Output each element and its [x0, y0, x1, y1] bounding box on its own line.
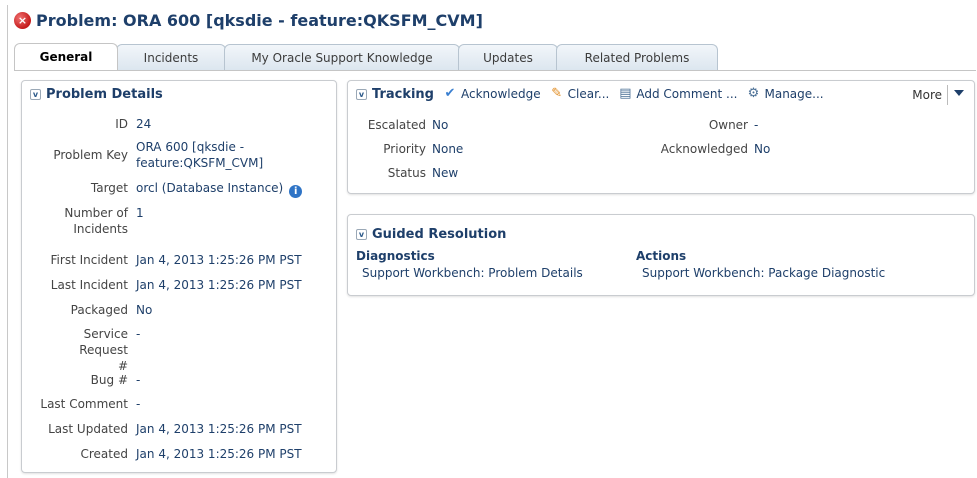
info-icon[interactable]: i [289, 185, 303, 198]
tracking-label: Owner [708, 118, 748, 132]
guided-resolution-panel: v Guided Resolution Diagnostics Support … [347, 214, 975, 296]
detail-value: - [136, 373, 141, 387]
detail-label: Last Comment [40, 397, 128, 411]
tracking-value: No [432, 118, 449, 132]
guided-resolution-title: Guided Resolution [372, 226, 507, 242]
detail-value-wrap: orcl (Database Instance) i [128, 180, 303, 198]
detail-row-service-request: Service Request # - [22, 326, 338, 374]
detail-row-problem-key: Problem Key ORA 600 [qksdie - feature:QK… [22, 139, 338, 171]
tracking-label: Escalated [367, 118, 426, 132]
manage-button[interactable]: ⚙ Manage... [745, 86, 824, 102]
target-link[interactable]: orcl (Database Instance) [136, 181, 283, 195]
tracking-title: Tracking [372, 86, 434, 102]
add-comment-label: Add Comment ... [636, 87, 738, 101]
detail-value: 1 [136, 206, 144, 220]
tracking-field-acknowledged: Acknowledged No [628, 142, 771, 156]
actions-heading: Actions [636, 249, 687, 263]
detail-row-created: Created Jan 4, 2013 1:25:26 PM PST [22, 446, 338, 462]
problem-details-panel: v Problem Details ID 24 Problem Key ORA … [21, 80, 337, 473]
guided-resolution-header[interactable]: v Guided Resolution [348, 215, 974, 245]
problem-details-title: Problem Details [46, 86, 163, 102]
detail-row-bug: Bug # - [22, 372, 338, 388]
tracking-panel: v Tracking ✔ Acknowledge ✎ Clear... ▤ Add C… [347, 80, 975, 194]
problem-details-link[interactable]: Support Workbench: Problem Details [362, 266, 583, 280]
dropdown-arrow-icon[interactable] [954, 90, 964, 96]
tab-divider [14, 70, 976, 71]
detail-label: Last Incident [50, 278, 128, 292]
tab-my-oracle-support-knowledge[interactable]: My Oracle Support Knowledge [224, 44, 460, 70]
more-menu[interactable]: More [912, 88, 942, 102]
detail-label: Target [90, 181, 128, 195]
collapse-icon[interactable]: v [356, 88, 367, 100]
detail-row-packaged: Packaged No [22, 302, 338, 318]
detail-value: - [136, 327, 141, 341]
tracking-value: None [432, 142, 464, 156]
detail-label: Packaged [70, 303, 128, 317]
detail-label: Bug # [90, 373, 128, 387]
tab-updates[interactable]: Updates [458, 44, 558, 70]
detail-value: No [136, 303, 153, 317]
problem-details-header[interactable]: v Problem Details [22, 81, 336, 107]
detail-row-id: ID 24 [22, 116, 338, 132]
tracking-field-priority: Priority None [348, 142, 463, 156]
detail-row-number-of-incidents: Number of Incidents 1 [22, 205, 338, 237]
clear-button[interactable]: ✎ Clear... [549, 86, 610, 102]
tracking-label: Acknowledged [660, 142, 748, 156]
detail-row-last-comment: Last Comment - [22, 396, 338, 412]
detail-row-first-incident: First Incident Jan 4, 2013 1:25:26 PM PS… [22, 252, 338, 268]
detail-label: Problem Key [53, 148, 128, 162]
detail-value: - [136, 397, 141, 411]
add-comment-button[interactable]: ▤ Add Comment ... [617, 86, 738, 102]
tab-bar: General Incidents My Oracle Support Know… [14, 43, 718, 70]
acknowledge-label: Acknowledge [461, 87, 541, 101]
detail-value: Jan 4, 2013 1:25:26 PM PST [136, 253, 302, 267]
detail-label: First Incident [50, 253, 128, 267]
detail-value: ORA 600 [qksdie - feature:QKSFM_CVM] [136, 140, 264, 170]
clear-label: Clear... [567, 87, 610, 101]
tracking-value: No [754, 142, 771, 156]
tracking-toolbar: v Tracking ✔ Acknowledge ✎ Clear... ▤ Add C… [348, 81, 974, 107]
tracking-field-escalated: Escalated No [348, 118, 449, 132]
tracking-field-owner: Owner - [628, 118, 759, 132]
detail-label: ID [115, 117, 128, 131]
diagnostics-heading: Diagnostics [356, 249, 435, 263]
tab-related-problems[interactable]: Related Problems [556, 44, 718, 70]
more-divider [947, 85, 948, 105]
detail-label: Number of Incidents [64, 206, 128, 236]
actions-column: Actions Support Workbench: Package Diagn… [636, 249, 885, 280]
tab-incidents[interactable]: Incidents [116, 44, 226, 70]
page-title-bar: × Problem: ORA 600 [qksdie - feature:QKS… [14, 9, 483, 31]
detail-row-last-incident: Last Incident Jan 4, 2013 1:25:26 PM PST [22, 277, 338, 293]
tab-general[interactable]: General [14, 43, 118, 70]
tracking-field-status: Status New [348, 166, 458, 180]
detail-label: Created [80, 447, 129, 461]
page-title: Problem: ORA 600 [qksdie - feature:QKSFM… [36, 10, 483, 30]
diagnostics-column: Diagnostics Support Workbench: Problem D… [356, 249, 583, 280]
tracking-value: - [754, 118, 759, 132]
detail-value: Jan 4, 2013 1:25:26 PM PST [136, 278, 302, 292]
tracking-label: Status [387, 166, 426, 180]
detail-label: Service Request # [79, 327, 128, 373]
detail-row-last-updated: Last Updated Jan 4, 2013 1:25:26 PM PST [22, 421, 338, 437]
comment-icon: ▤ [619, 86, 632, 101]
tracking-label: Priority [383, 142, 426, 156]
collapse-icon[interactable]: v [356, 228, 367, 240]
eraser-icon: ✎ [551, 86, 563, 101]
package-diagnostic-link[interactable]: Support Workbench: Package Diagnostic [642, 266, 885, 280]
manage-label: Manage... [764, 87, 824, 101]
detail-value: Jan 4, 2013 1:25:26 PM PST [136, 447, 302, 461]
detail-row-target: Target orcl (Database Instance) i [22, 180, 338, 198]
manage-icon: ⚙ [747, 86, 760, 101]
detail-value: 24 [136, 117, 152, 131]
tracking-value: New [432, 166, 459, 180]
detail-value: Jan 4, 2013 1:25:26 PM PST [136, 422, 302, 436]
detail-label: Last Updated [48, 422, 128, 436]
checkmark-icon: ✔ [444, 86, 456, 101]
acknowledge-button[interactable]: ✔ Acknowledge [442, 86, 541, 102]
collapse-icon[interactable]: v [30, 88, 41, 100]
error-icon: × [14, 11, 31, 29]
